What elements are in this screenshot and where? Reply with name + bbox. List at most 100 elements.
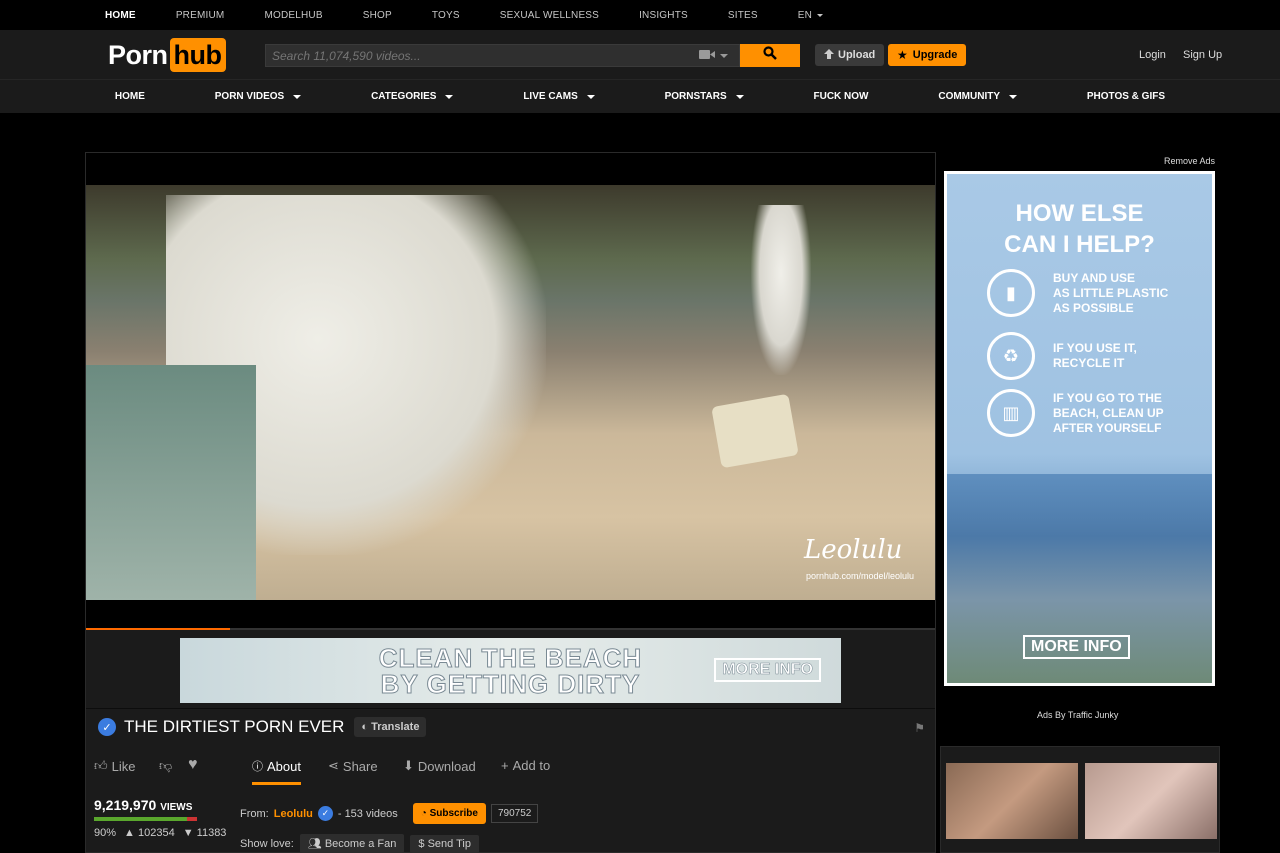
- banner-more-info[interactable]: MORE INFO: [714, 658, 821, 682]
- topbar-insights[interactable]: INSIGHTS: [639, 10, 688, 21]
- topbar-home[interactable]: HOME: [105, 10, 136, 21]
- signup-link[interactable]: Sign Up: [1183, 49, 1222, 61]
- tip-line: AS POSSIBLE: [1053, 300, 1134, 315]
- nav-label: LIVE CAMS: [523, 91, 578, 102]
- rss-icon: ◔: [420, 808, 427, 819]
- ad-tip-3-text: IF YOU GO TO THE BEACH, CLEAN UP AFTER YOU…: [1053, 391, 1193, 436]
- uploader-video-count: - 153 videos: [337, 807, 398, 820]
- ad-tip-1-text: BUY AND USE AS LITTLE PLASTIC AS POSSIBLE: [1053, 271, 1193, 316]
- topbar-shop[interactable]: SHOP: [363, 10, 392, 21]
- become-fan-label: Become a Fan: [324, 838, 397, 850]
- upgrade-button[interactable]: ★ Upgrade: [888, 44, 967, 66]
- uploader-name-link[interactable]: Leolulu: [274, 808, 313, 820]
- nav-community[interactable]: COMMUNITY: [938, 91, 1018, 102]
- download-label: Download: [417, 758, 476, 774]
- dollar-icon: $: [418, 837, 425, 850]
- sidebar-ad[interactable]: HOW ELSE CAN I HELP? ▮ BUY AND USE AS LIT…: [944, 171, 1215, 686]
- dislike-button[interactable]: 👎︎: [159, 758, 172, 774]
- nav-label: COMMUNITY: [938, 91, 1001, 102]
- send-tip-button[interactable]: $ Send Tip: [410, 834, 479, 853]
- share-label: Share: [342, 758, 378, 774]
- favorite-button[interactable]: ♥: [188, 756, 198, 774]
- download-icon: ⬇: [403, 758, 414, 773]
- main-nav: HOME PORN VIDEOS CATEGORIES LIVE CAMS PO…: [0, 80, 1280, 114]
- video-stats: 9,219,970 VIEWS 90% ▲ 102354 ▼ 11383: [94, 797, 226, 839]
- nav-label: CATEGORIES: [371, 91, 437, 102]
- chevron-down-icon: [293, 94, 302, 99]
- nav-label: PHOTOS & GIFS: [1086, 91, 1166, 102]
- translate-button[interactable]: ◐ Translate: [354, 717, 427, 737]
- nav-categories[interactable]: CATEGORIES: [371, 91, 454, 102]
- like-button[interactable]: 👍︎ Like: [94, 758, 135, 774]
- search-button[interactable]: [740, 44, 800, 67]
- video-panel: Leolulu pornhub.com/model/leolulu CLEAN …: [85, 152, 936, 853]
- show-love: Show love: 👥︎ Become a Fan $ Send Tip: [240, 834, 479, 853]
- heart-icon: ♥: [188, 756, 198, 773]
- nav-fuck-now[interactable]: FUCK NOW: [814, 91, 869, 102]
- nav-photos-gifs[interactable]: PHOTOS & GIFS: [1087, 91, 1165, 102]
- nav-home[interactable]: HOME: [115, 91, 145, 102]
- flag-icon[interactable]: ⚑: [914, 721, 925, 735]
- become-fan-button[interactable]: 👥︎ Become a Fan: [299, 834, 405, 853]
- remove-ads-link[interactable]: Remove Ads: [1164, 156, 1215, 166]
- tab-about[interactable]: ⓘ About: [252, 758, 301, 785]
- nav-pornstars[interactable]: PORNSTARS: [665, 91, 744, 102]
- thumbs-up-icon: 👍︎: [94, 758, 108, 773]
- tab-share[interactable]: ⋖ Share: [328, 758, 378, 774]
- video-frame[interactable]: Leolulu pornhub.com/model/leolulu: [86, 185, 935, 600]
- verified-icon: ✓: [98, 718, 116, 736]
- rating-fill: [94, 817, 187, 821]
- chevron-down-icon: [1009, 94, 1018, 99]
- ads-by-label: Ads By Traffic Junky: [1037, 710, 1119, 720]
- topbar-language[interactable]: EN: [798, 10, 824, 21]
- dislikes-count: 11383: [196, 827, 227, 839]
- ad-tip-2-text: IF YOU USE IT, RECYCLE IT: [1053, 341, 1193, 371]
- views-label: VIEWS: [160, 802, 193, 813]
- topbar-sites[interactable]: SITES: [728, 10, 758, 21]
- tip-line: IF YOU USE IT,: [1053, 341, 1137, 355]
- likes-count: 102354: [137, 827, 175, 839]
- video-title: THE DIRTIEST PORN EVER: [124, 717, 345, 736]
- login-link[interactable]: Login: [1139, 49, 1166, 61]
- topbar-toys[interactable]: TOYS: [432, 10, 460, 21]
- ad-heading-line-1: HOW ELSE: [1015, 200, 1144, 227]
- info-icon: ⓘ: [252, 761, 263, 773]
- ad-more-info[interactable]: MORE INFO: [1023, 635, 1130, 659]
- video-player[interactable]: Leolulu pornhub.com/model/leolulu: [86, 153, 935, 630]
- from-label: From:: [240, 807, 269, 820]
- subscribe-button[interactable]: ◔ Subscribe: [412, 803, 486, 824]
- tip-line: AFTER YOURSELF: [1053, 420, 1162, 435]
- topbar-modelhub[interactable]: MODELHUB: [264, 10, 322, 21]
- thumbs-down-icon: 👎︎: [159, 758, 173, 773]
- nav-live-cams[interactable]: LIVE CAMS: [523, 91, 595, 102]
- ad-tip-2: ♻ IF YOU USE IT, RECYCLE IT: [987, 332, 1193, 380]
- related-thumbnail[interactable]: [946, 763, 1078, 839]
- upload-button[interactable]: Upload: [815, 44, 885, 66]
- nav-porn-videos[interactable]: PORN VIDEOS: [215, 91, 302, 102]
- topbar-sexual-wellness[interactable]: SEXUAL WELLNESS: [500, 10, 599, 21]
- ad-heading-line-2: CAN I HELP?: [1004, 231, 1155, 258]
- ad-tip-3: ▥ IF YOU GO TO THE BEACH, CLEAN UP AFTER Y…: [987, 389, 1193, 437]
- upgrade-label: Upgrade: [912, 49, 958, 61]
- site-logo[interactable]: Porn hub: [108, 38, 226, 72]
- topbar-premium[interactable]: PREMIUM: [176, 10, 225, 21]
- add-to-label: Add to: [512, 758, 551, 773]
- search-input[interactable]: [265, 44, 688, 67]
- nav-label: HOME: [114, 91, 145, 102]
- banner-line-1: CLEAN THE BEACH: [378, 642, 643, 673]
- related-thumbnail[interactable]: [1085, 763, 1217, 839]
- rating-counts: 90% ▲ 102354 ▼ 11383: [94, 827, 226, 839]
- tip-line: BUY AND USE: [1053, 270, 1136, 285]
- tip-line: AS LITTLE PLASTIC: [1053, 285, 1169, 300]
- worker-figure: [751, 205, 811, 375]
- user-add-icon: 👥︎: [307, 838, 322, 850]
- video-progress-bar[interactable]: [86, 628, 935, 630]
- banner-ad[interactable]: CLEAN THE BEACH BY GETTING DIRTY MORE IN…: [180, 638, 841, 703]
- video-filter-dropdown[interactable]: [688, 44, 740, 67]
- nav-label: FUCK NOW: [813, 91, 869, 102]
- tab-download[interactable]: ⬇ Download: [403, 758, 476, 774]
- tab-add-to[interactable]: + Add to: [501, 758, 550, 773]
- thumbs-up-icon: ▲: [124, 827, 135, 839]
- plus-icon: +: [501, 758, 509, 773]
- chevron-down-icon: [735, 94, 744, 99]
